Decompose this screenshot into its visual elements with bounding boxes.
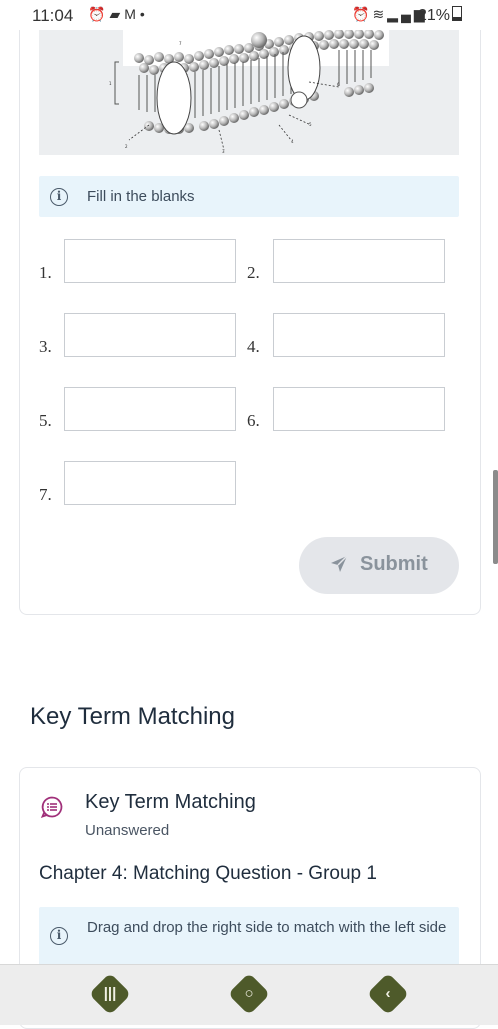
cell-membrane-diagram: 1 2 3 4 5 6 7 bbox=[39, 30, 459, 155]
matching-status: Unanswered bbox=[85, 822, 170, 839]
diagram-label-4: 4 bbox=[291, 139, 294, 144]
submit-button[interactable]: Submit bbox=[299, 537, 459, 594]
blank-input-6[interactable] bbox=[273, 387, 445, 431]
blank-number: 6. bbox=[247, 411, 260, 430]
home-button[interactable]: ○ bbox=[227, 972, 271, 1016]
fill-in-instruction: i Fill in the blanks bbox=[39, 176, 459, 217]
info-icon: i bbox=[50, 188, 68, 206]
fill-in-instruction-text: Fill in the blanks bbox=[87, 188, 195, 205]
gmail-icon: M bbox=[124, 6, 140, 22]
matching-instruction: i Drag and drop the right side to match … bbox=[39, 907, 459, 967]
diagram-label-2: 2 bbox=[125, 144, 128, 149]
matching-question: Chapter 4: Matching Question - Group 1 bbox=[39, 863, 377, 884]
home-icon: ○ bbox=[244, 985, 254, 1002]
alarm-icon: ⏰ bbox=[88, 6, 110, 22]
scrollbar[interactable] bbox=[493, 470, 498, 564]
blank-number: 2. bbox=[247, 263, 260, 282]
blank-input-4[interactable] bbox=[273, 313, 445, 357]
notification-icons: ⏰▰M• bbox=[88, 6, 149, 23]
diagram-label-5: 5 bbox=[309, 122, 312, 127]
alarm-icon: ⏰ bbox=[352, 6, 373, 22]
diagram-label-6: 6 bbox=[337, 82, 340, 87]
blank-input-1[interactable] bbox=[64, 239, 236, 283]
send-icon bbox=[331, 555, 348, 572]
info-icon: i bbox=[50, 927, 68, 945]
blank-input-3[interactable] bbox=[64, 313, 236, 357]
wifi-icon: ≋ bbox=[372, 6, 388, 22]
back-button[interactable]: ‹ bbox=[366, 972, 410, 1016]
matching-question-icon bbox=[40, 796, 63, 818]
submit-label: Submit bbox=[360, 553, 428, 575]
blank-input-5[interactable] bbox=[64, 387, 236, 431]
blank-number: 5. bbox=[39, 411, 52, 430]
section-title: Key Term Matching bbox=[30, 703, 235, 730]
diagram-label-1: 1 bbox=[109, 81, 112, 86]
status-bar: 11:04 ⏰▰M• ⏰≋▂▄▆ 21% bbox=[0, 0, 498, 30]
blank-number: 1. bbox=[39, 263, 52, 282]
diagram-label-3: 3 bbox=[222, 149, 225, 154]
blank-input-7[interactable] bbox=[64, 461, 236, 505]
status-time: 11:04 bbox=[32, 6, 74, 25]
system-icons: ⏰≋▂▄▆ bbox=[352, 6, 428, 23]
membrane-illustration: 1 2 3 4 5 6 7 bbox=[109, 30, 389, 154]
matching-title: Key Term Matching bbox=[85, 791, 256, 813]
dot-icon: • bbox=[139, 6, 149, 22]
battery-icon bbox=[452, 6, 463, 21]
back-icon: ‹ bbox=[385, 985, 391, 1002]
message-icon: ▰ bbox=[109, 6, 125, 22]
blank-number: 3. bbox=[39, 337, 52, 356]
recent-apps-icon: ||| bbox=[103, 985, 117, 1002]
blank-number: 7. bbox=[39, 485, 52, 504]
battery-percent: 21% bbox=[418, 7, 451, 24]
blank-number: 4. bbox=[247, 337, 260, 356]
navigation-bar: ||| ○ ‹ bbox=[0, 964, 498, 1025]
blank-input-2[interactable] bbox=[273, 239, 445, 283]
recent-apps-button[interactable]: ||| bbox=[88, 972, 132, 1016]
battery-indicator: 21% bbox=[418, 6, 463, 25]
matching-instruction-text: Drag and drop the right side to match wi… bbox=[87, 919, 447, 936]
